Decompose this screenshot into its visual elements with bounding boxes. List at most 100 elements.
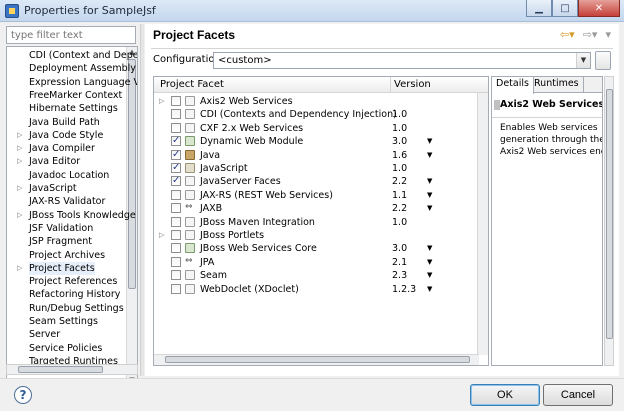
facets-hscroll-thumb[interactable] [165,356,470,363]
facet-checkbox[interactable] [171,122,181,133]
column-separator[interactable] [390,77,391,93]
facet-row[interactable]: ▷ Axis2 Web Services [154,95,478,108]
facet-version[interactable]: 1.2.3 [392,283,416,296]
facet-name: JAX-RS (REST Web Services) [200,189,333,201]
facet-row[interactable]: ⇔ JAXB 2.2 ▼ [154,202,478,215]
facet-version[interactable]: 1.6 [392,149,407,162]
expand-triangle-icon[interactable]: ▷ [17,142,25,155]
column-header-version[interactable]: Version [394,79,431,90]
facets-vertical-scrollbar[interactable] [477,93,488,355]
filter-input[interactable] [6,26,136,44]
view-menu-icon[interactable]: ▾ [605,28,611,41]
expand-triangle-icon[interactable]: ▷ [17,155,25,168]
facet-row[interactable]: Dynamic Web Module 3.0 ▼ [154,134,478,148]
facet-version[interactable]: 2.2 [392,202,407,215]
facet-version[interactable]: 1.1 [392,189,407,202]
cancel-button[interactable]: Cancel [543,384,613,406]
facet-row[interactable]: JBoss Maven Integration 1.0 [154,216,478,229]
facet-version[interactable]: 3.0 [392,242,407,255]
version-dropdown-icon[interactable]: ▼ [427,175,432,188]
tab-details[interactable]: Details [492,77,534,94]
facet-checkbox[interactable] [171,134,181,147]
maximize-button[interactable]: □ [552,0,578,17]
column-header-facet[interactable]: Project Facet [160,79,224,90]
expand-triangle-icon[interactable]: ▷ [17,182,25,195]
facet-version[interactable]: 2.1 [392,256,407,269]
facet-row[interactable]: JavaServer Faces 2.2 ▼ [154,174,478,188]
version-dropdown-icon[interactable]: ▼ [427,256,432,269]
facet-checkbox[interactable] [171,96,181,106]
header-separator [151,48,613,49]
facet-row[interactable]: JAX-RS (REST Web Services) 1.1 ▼ [154,189,478,202]
facet-checkbox[interactable] [171,230,181,240]
configuration-select[interactable]: <custom> ▼ [213,52,591,69]
facet-checkbox[interactable] [171,148,181,161]
help-icon: ? [19,388,27,402]
facets-horizontal-scrollbar[interactable] [154,354,479,365]
expand-triangle-icon[interactable]: ▷ [17,262,25,275]
version-dropdown-icon[interactable]: ▼ [427,202,432,215]
facet-checkbox[interactable] [171,243,181,254]
version-dropdown-icon[interactable]: ▼ [427,149,432,162]
facet-checkbox[interactable] [171,174,181,187]
page-title: Project Facets [153,28,236,42]
facet-row[interactable]: JBoss Web Services Core 3.0 ▼ [154,242,478,255]
expand-triangle-icon[interactable]: ▷ [17,129,25,142]
close-button[interactable]: ✕ [578,0,620,17]
facet-row[interactable]: ⇔ JPA 2.1 ▼ [154,256,478,269]
version-dropdown-icon[interactable]: ▼ [427,283,432,296]
tree-item-label: Hibernate Settings [29,103,118,115]
facet-row[interactable]: Seam 2.3 ▼ [154,269,478,282]
expand-triangle-icon[interactable]: ▷ [159,95,164,108]
minimize-button[interactable]: ▁ [526,0,552,17]
version-dropdown-icon[interactable]: ▼ [427,269,432,282]
help-button[interactable]: ? [14,386,32,404]
facet-version[interactable]: 1.0 [392,216,407,229]
facet-row[interactable]: ▷ JBoss Portlets [154,229,478,242]
page-icon [185,109,195,120]
facet-row[interactable]: Java 1.6 ▼ [154,148,478,162]
facet-version[interactable]: 1.0 [392,122,407,135]
facet-checkbox[interactable] [171,203,181,214]
right-panel: Project Facets ⇦▾ ⇨▾ ▾ Configuration: <c… [145,24,619,376]
facet-checkbox[interactable] [171,216,181,227]
facet-checkbox[interactable] [171,256,181,267]
expand-triangle-icon[interactable]: ▷ [17,209,25,222]
facet-checkbox[interactable] [171,283,181,294]
facet-checkbox[interactable] [171,189,181,200]
facet-version[interactable]: 1.0 [392,162,407,175]
modify-configuration-button[interactable] [595,51,611,70]
tab-runtimes[interactable]: Runtimes [530,77,584,93]
facet-checkbox[interactable] [171,270,181,281]
forward-arrow-icon[interactable]: ⇨▾ [583,28,598,41]
tree-item-label: Java Compiler [29,143,95,155]
facet-version[interactable]: 2.2 [392,175,407,188]
tree-item-label: Java Code Style [29,129,104,141]
facet-name: Java [200,149,221,161]
version-dropdown-icon[interactable]: ▼ [427,242,432,255]
tree-item-label: Java Build Path [29,116,100,128]
facet-version[interactable]: 2.3 [392,269,407,282]
expand-triangle-icon[interactable]: ▷ [159,229,164,242]
tree-item-label: JSP Fragment [29,236,92,248]
facet-checkbox[interactable] [171,109,181,120]
back-arrow-icon[interactable]: ⇦▾ [560,28,575,41]
facet-checkbox[interactable] [171,161,181,174]
ok-button[interactable]: OK [470,384,540,406]
tree-scroll-thumb[interactable] [128,59,136,289]
details-vertical-scrollbar[interactable] [604,76,614,366]
facet-row[interactable]: CDI (Contexts and Dependency Injection) 1… [154,108,478,121]
tree-item-label: Run/Debug Settings [29,302,124,314]
facet-row[interactable]: CXF 2.x Web Services 1.0 [154,122,478,135]
facet-row[interactable]: JavaScript 1.0 [154,161,478,175]
panel-splitter[interactable] [140,24,144,376]
facet-version[interactable]: 1.0 [392,108,407,121]
version-dropdown-icon[interactable]: ▼ [427,189,432,202]
facet-row[interactable]: WebDoclet (XDoclet) 1.2.3 ▼ [154,283,478,296]
tree-hscroll-thumb[interactable] [18,366,103,373]
version-dropdown-icon[interactable]: ▼ [427,135,432,148]
app-icon [5,4,19,18]
tree-horizontal-scrollbar[interactable] [6,364,138,375]
facet-version[interactable]: 3.0 [392,135,407,148]
details-scroll-thumb[interactable] [606,89,613,339]
